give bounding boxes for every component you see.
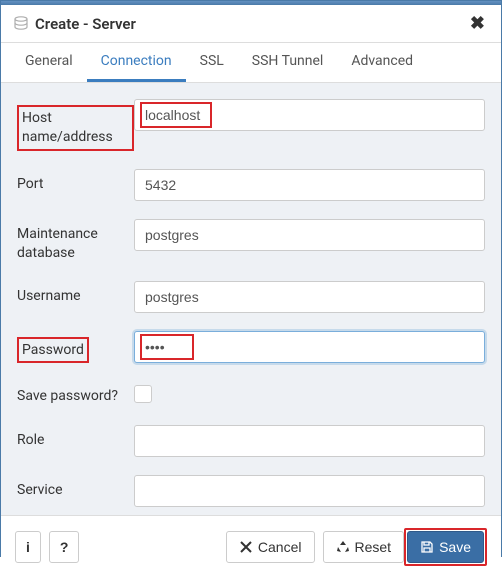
save-button[interactable]: Save	[407, 531, 484, 563]
host-input[interactable]	[134, 99, 485, 131]
dialog-header: Create - Server ✖	[1, 5, 501, 43]
save-icon	[420, 540, 434, 554]
save-label: Save	[439, 539, 471, 555]
close-icon[interactable]: ✖	[466, 13, 489, 34]
maintenance-db-input[interactable]	[134, 219, 485, 251]
host-label: Host name/address	[17, 99, 134, 151]
username-label: Username	[17, 281, 134, 306]
close-icon	[239, 540, 253, 554]
role-input[interactable]	[134, 425, 485, 457]
tab-general[interactable]: General	[11, 43, 87, 82]
reset-label: Reset	[355, 539, 392, 555]
save-button-highlight: Save	[404, 528, 487, 566]
info-button[interactable]: i	[15, 531, 41, 563]
cancel-button[interactable]: Cancel	[226, 531, 315, 563]
button-bar: i ? Cancel Reset Save	[1, 515, 501, 578]
connection-form: Host name/address Port Maintenance datab…	[1, 83, 501, 515]
role-label: Role	[17, 425, 134, 450]
service-label: Service	[17, 475, 134, 500]
save-password-checkbox[interactable]	[134, 385, 152, 403]
port-label: Port	[17, 169, 134, 194]
help-button[interactable]: ?	[49, 531, 80, 563]
port-input[interactable]	[134, 169, 485, 201]
username-input[interactable]	[134, 281, 485, 313]
maintenance-db-label: Maintenance database	[17, 219, 134, 263]
reset-button[interactable]: Reset	[323, 531, 405, 563]
service-input[interactable]	[134, 475, 485, 507]
cancel-label: Cancel	[258, 539, 302, 555]
tab-connection[interactable]: Connection	[87, 43, 186, 82]
dialog-title: Create - Server	[35, 15, 466, 33]
tab-bar: General Connection SSL SSH Tunnel Advanc…	[1, 43, 501, 83]
tab-ssh-tunnel[interactable]: SSH Tunnel	[238, 43, 338, 82]
tab-ssl[interactable]: SSL	[186, 43, 238, 82]
password-label: Password	[17, 331, 134, 364]
save-password-label: Save password?	[17, 381, 134, 406]
recycle-icon	[336, 540, 350, 554]
password-input[interactable]	[134, 331, 485, 363]
server-icon	[13, 16, 29, 32]
tab-advanced[interactable]: Advanced	[337, 43, 427, 82]
